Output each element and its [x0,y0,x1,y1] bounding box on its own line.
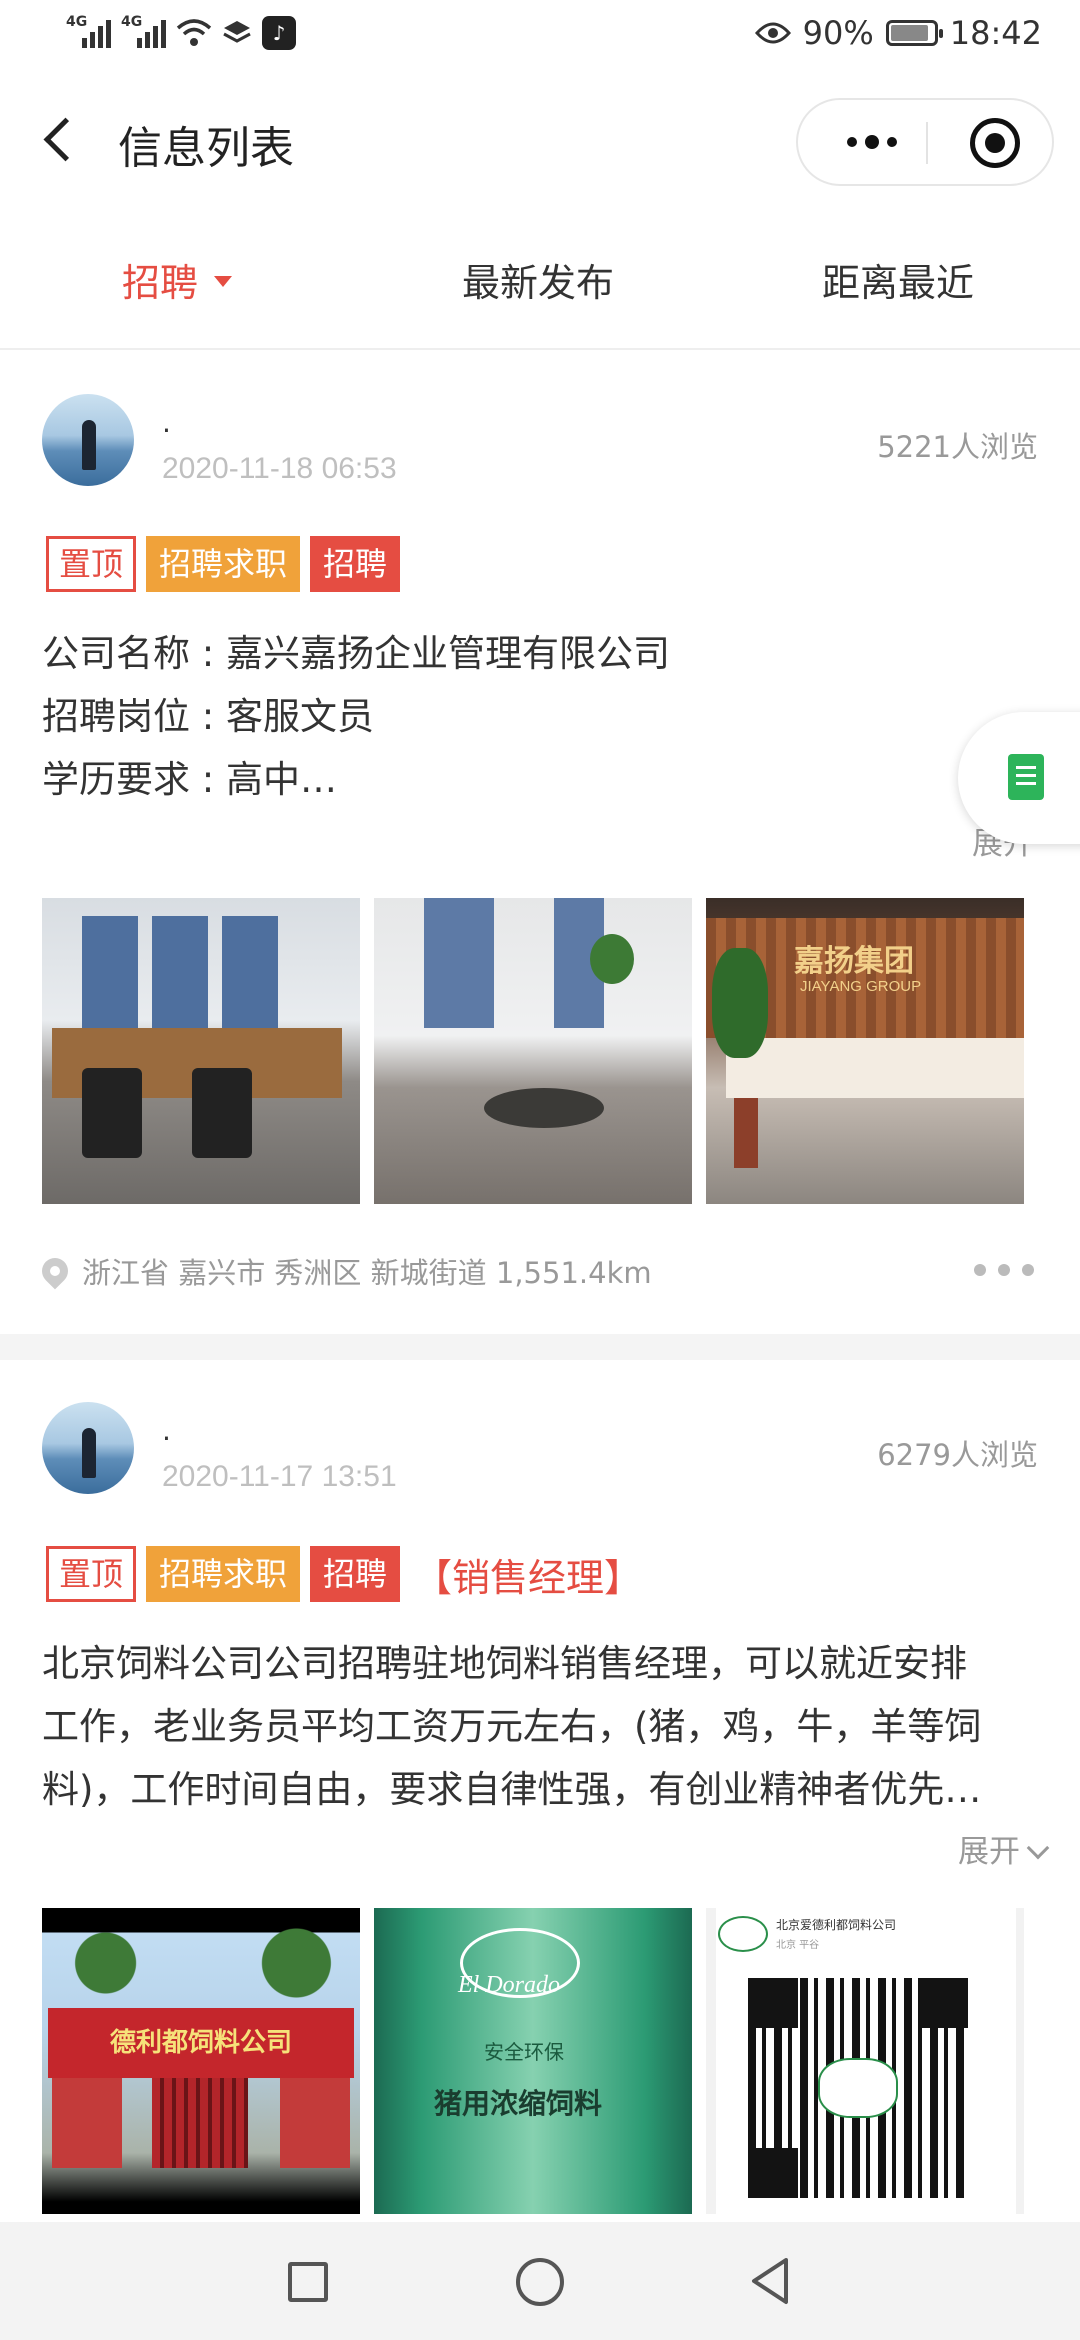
document-icon [1008,754,1044,800]
tab-recruit[interactable]: 招聘 [122,252,233,307]
signal-icon: 4G [121,14,166,48]
back-icon[interactable] [748,2256,792,2306]
nav-bar: 信息列表 [0,76,1080,206]
photo-office[interactable] [42,898,360,1204]
expand-button[interactable]: 展开 [958,1826,1050,1871]
back-arrow-icon[interactable] [40,116,84,164]
battery-icon [885,20,943,46]
signal-icon: 4G [66,14,111,48]
content-line: 公司名称 : 嘉兴嘉扬企业管理有限公司 [42,632,670,675]
battery-percent: 90% [802,14,874,52]
tag-row: 置顶 招聘求职 招聘 [46,536,401,592]
photo-grid: 德利都饲料公司 El Dorado 安全环保 猪用浓缩饲料 北京爱德利都饲料公司… [42,1908,1024,2214]
close-miniapp-button[interactable] [970,118,1020,168]
tag-row: 置顶 招聘求职 招聘 【销售经理】 [46,1546,642,1602]
tag-pinned: 置顶 [46,536,137,592]
content-line: 工作，老业务员平均工资万元左右，(猪，鸡，牛，羊等饲 [42,1705,982,1748]
layers-icon [223,21,251,43]
status-bar: 4G 4G ♪ 90% 18:42 [0,0,1080,76]
filter-tabs: 招聘 最新发布 距离最近 [0,206,1080,350]
photo-qr-code[interactable]: 北京爱德利都饲料公司 北京 平谷 [706,1908,1024,2214]
tag-category: 招聘求职 [146,1546,301,1602]
more-options-button[interactable] [824,100,920,184]
miniapp-capsule [796,98,1054,186]
tab-latest[interactable]: 最新发布 [462,252,614,307]
tag-category: 招聘求职 [146,536,301,592]
post-date: 2020-11-17 13:51 [162,1460,397,1493]
capsule-divider [926,122,928,164]
tag-pinned: 置顶 [46,1546,137,1602]
more-dots-button[interactable] [974,1264,1034,1276]
location-row: 浙江省 嘉兴市 秀洲区 新城街道 1,551.4km [36,1250,652,1292]
wifi-icon [176,19,212,46]
chevron-down-icon [1026,1836,1050,1860]
tab-nearest[interactable]: 距离最近 [822,252,974,307]
job-title: 【销售经理】 [414,1555,643,1600]
content-line: 学历要求 : 高中… [42,758,337,801]
avatar[interactable] [42,394,134,486]
photo-feed-bag[interactable]: El Dorado 安全环保 猪用浓缩饲料 [374,1908,692,2214]
location-pin-icon [36,1252,74,1290]
username: · [162,1422,171,1455]
floating-document-button[interactable] [958,712,1080,844]
content-line: 北京饲料公司公司招聘驻地饲料销售经理，可以就近安排 [42,1642,967,1685]
avatar[interactable] [42,1402,134,1494]
photo-grid: 嘉扬集团 JIAYANG GROUP [42,898,1024,1204]
post-content[interactable]: 北京饲料公司公司招聘驻地饲料销售经理，可以就近安排 工作，老业务员平均工资万元左… [42,1632,1042,1821]
clock: 18:42 [949,14,1042,52]
content-line: 招聘岗位 : 客服文员 [42,695,374,738]
dropdown-caret-icon [214,276,233,287]
home-icon[interactable] [516,2258,564,2306]
username: · [162,414,171,447]
post-card[interactable]: · 2020-11-18 06:53 5221人浏览 置顶 招聘求职 招聘 公司… [0,352,1080,1332]
recent-apps-icon[interactable] [288,2262,328,2302]
tag-type: 招聘 [310,536,401,592]
photo-lounge[interactable] [374,898,692,1204]
section-divider [0,1334,1080,1360]
tiktok-icon: ♪ [262,16,296,50]
eye-icon [754,22,791,44]
content-line: 料)，工作时间自由，要求自律性强，有创业精神者优先… [42,1768,982,1811]
system-nav-bar [0,2222,1080,2340]
post-date: 2020-11-18 06:53 [162,452,397,485]
post-card[interactable]: · 2020-11-17 13:51 6279人浏览 置顶 招聘求职 招聘 【销… [0,1360,1080,2222]
view-count: 6279人浏览 [877,1438,1038,1472]
view-count: 5221人浏览 [877,430,1038,464]
page-title: 信息列表 [118,123,294,174]
post-content[interactable]: 公司名称 : 嘉兴嘉扬企业管理有限公司 招聘岗位 : 客服文员 学历要求 : 高… [42,622,1042,811]
photo-lobby[interactable]: 嘉扬集团 JIAYANG GROUP [706,898,1024,1204]
location-text: 浙江省 嘉兴市 秀洲区 新城街道 1,551.4km [82,1256,652,1290]
tag-type: 招聘 [310,1546,401,1602]
photo-gate[interactable]: 德利都饲料公司 [42,1908,360,2214]
